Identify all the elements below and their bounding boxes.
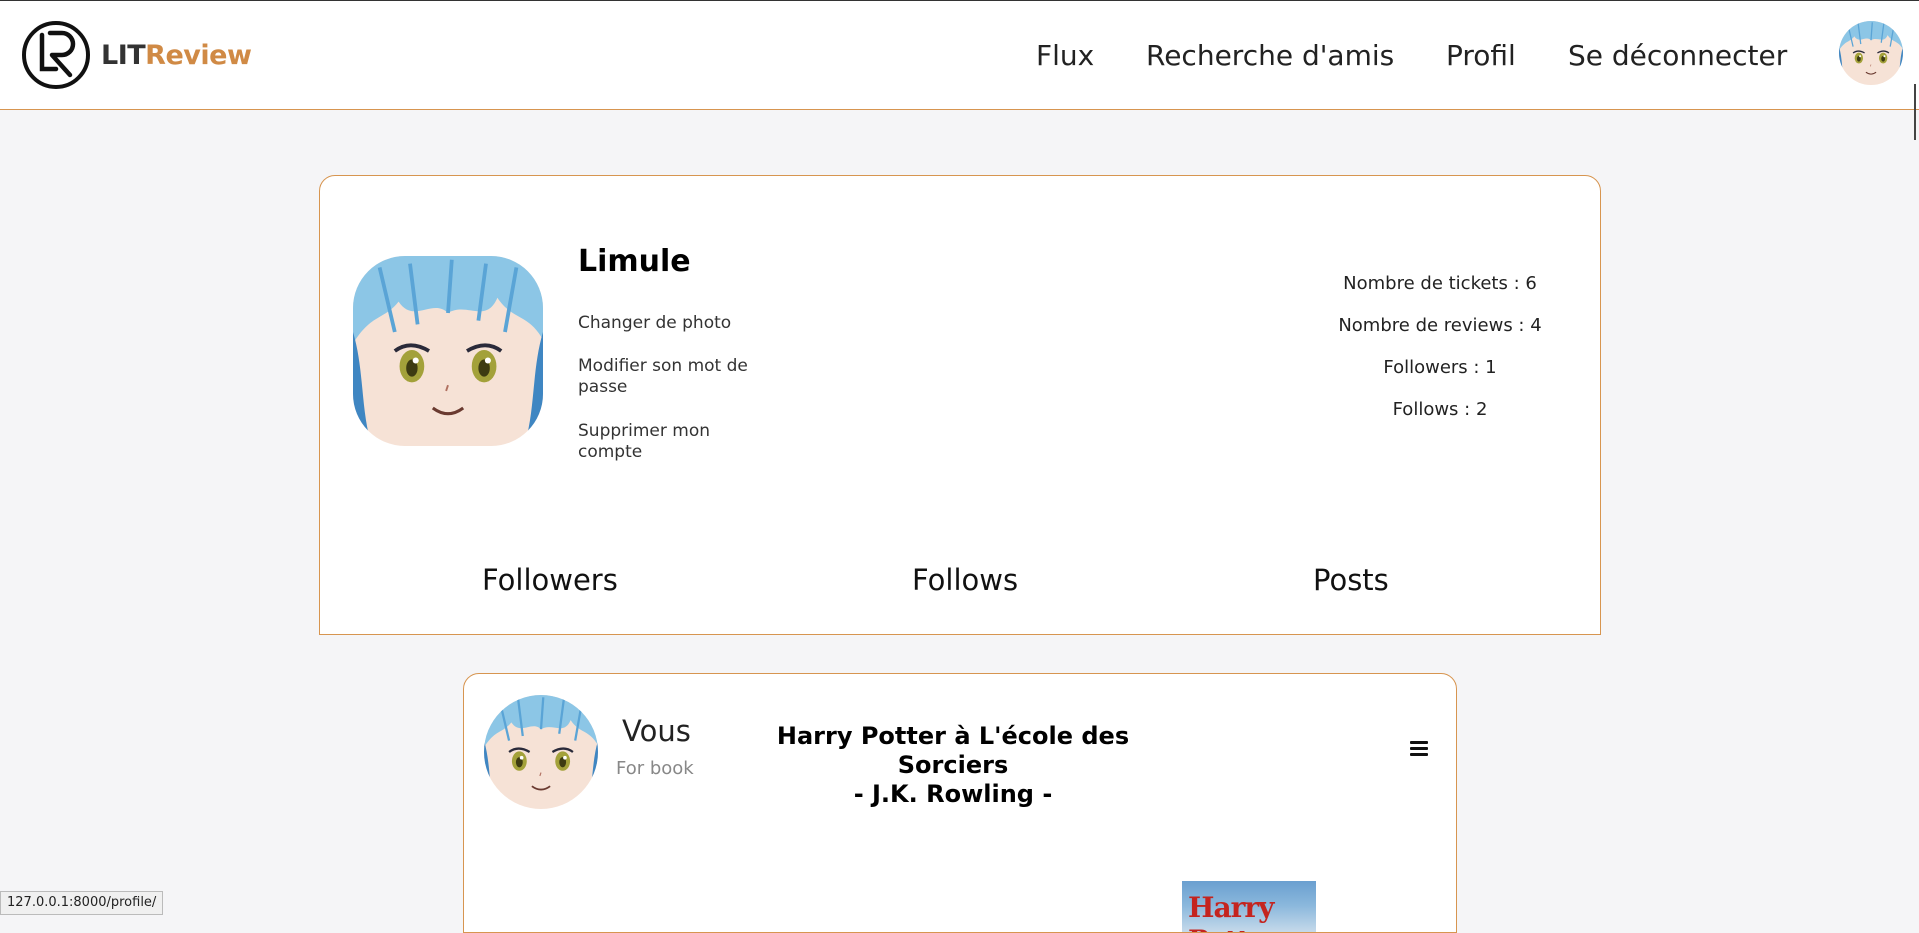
post-type: For book xyxy=(616,758,694,779)
profile-avatar-image xyxy=(353,256,543,446)
post-title-book: Harry Potter à L'école des Sorciers xyxy=(776,722,1130,779)
top-navbar: LITReview Flux Recherche d'amis Profil S… xyxy=(0,0,1919,110)
nav-friend-search[interactable]: Recherche d'amis xyxy=(1146,39,1394,72)
nav-flux[interactable]: Flux xyxy=(1036,39,1094,72)
scrollbar-thumb[interactable] xyxy=(1914,84,1916,140)
stat-tickets: Nombre de tickets : 6 xyxy=(1343,273,1537,294)
status-bar-url: 127.0.0.1:8000/profile/ xyxy=(0,891,164,915)
nav-profile[interactable]: Profil xyxy=(1446,39,1516,72)
change-password-link[interactable]: Modifier son mot de passe xyxy=(578,356,778,398)
change-photo-link[interactable]: Changer de photo xyxy=(578,313,778,334)
delete-account-link[interactable]: Supprimer mon compte xyxy=(578,421,778,463)
stat-followers: Followers : 1 xyxy=(1383,357,1497,378)
tab-posts[interactable]: Posts xyxy=(1313,563,1389,597)
nav-logout[interactable]: Se déconnecter xyxy=(1568,39,1787,72)
book-cover-title: Harry Potter xyxy=(1188,891,1280,932)
profile-avatar xyxy=(353,256,543,446)
tab-followers[interactable]: Followers xyxy=(482,563,618,597)
stat-reviews: Nombre de reviews : 4 xyxy=(1338,315,1542,336)
main-nav: Flux Recherche d'amis Profil Se déconnec… xyxy=(0,31,1919,81)
tab-follows[interactable]: Follows xyxy=(912,563,1018,597)
post-title-author: - J.K. Rowling - xyxy=(853,780,1053,808)
user-avatar[interactable] xyxy=(1839,21,1903,85)
post-author: Vous xyxy=(622,714,691,748)
profile-username: Limule xyxy=(578,244,691,279)
post-author-avatar xyxy=(484,695,598,809)
post-card: Vous For book Harry Potter à L'école des… xyxy=(463,673,1457,933)
post-title: Harry Potter à L'école des Sorciers - J.… xyxy=(728,722,1178,809)
profile-card: Limule Changer de photo Modifier son mot… xyxy=(319,175,1601,635)
stat-follows: Follows : 2 xyxy=(1392,399,1488,420)
post-author-avatar-image xyxy=(484,695,598,809)
profile-stats: Nombre de tickets : 6 Nombre de reviews … xyxy=(1320,272,1560,440)
avatar-image xyxy=(1839,21,1903,85)
hamburger-menu-icon[interactable] xyxy=(1410,741,1428,757)
book-cover-image: Harry Potter xyxy=(1182,881,1316,932)
